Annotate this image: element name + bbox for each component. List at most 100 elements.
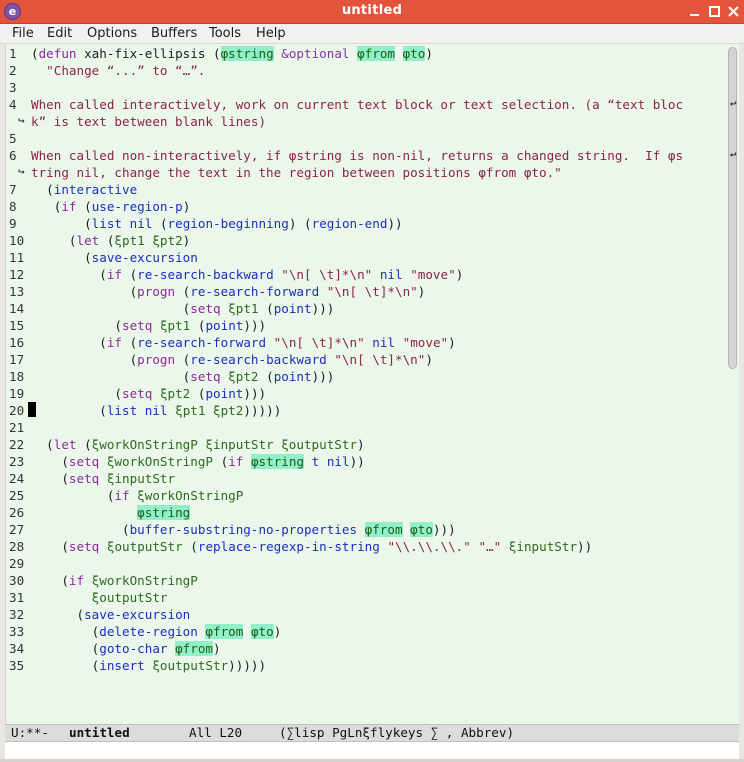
minimize-icon[interactable] (686, 3, 703, 20)
modeline-modes[interactable]: (∑lisp PgLnξflykeys ∑ , Abbrev) (279, 725, 514, 741)
menu-edit[interactable]: Edit (47, 26, 72, 41)
code-line[interactable]: 25 (if ξworkOnStringP (9, 487, 243, 504)
minibuffer[interactable] (5, 742, 739, 759)
code-line[interactable]: 28 (setq ξoutputStr (replace-regexp-in-s… (9, 538, 592, 555)
editor-buffer[interactable]: 1 (defun xah-fix-ellipsis (φstring &optio… (5, 44, 739, 724)
code-line[interactable]: 5 (9, 130, 31, 147)
code-line[interactable]: 4 When called interactively, work on curr… (9, 96, 683, 113)
code-line[interactable]: 27 (buffer-substring-no-properties φfrom… (9, 521, 456, 538)
menu-tools[interactable]: Tools (209, 26, 241, 41)
code-line[interactable]: 7 (interactive (9, 181, 137, 198)
code-token: if (114, 488, 130, 503)
modeline-buffer-name[interactable]: untitled (69, 725, 130, 741)
scrollbar-thumb[interactable] (728, 47, 737, 369)
code-line[interactable]: 2 "Change “...” to “…”. (9, 62, 205, 79)
line-number: 26 (9, 505, 25, 520)
code-line[interactable]: 8 (if (use-region-p) (9, 198, 190, 215)
code-token: nil (144, 403, 168, 418)
menu-options[interactable]: Options (87, 26, 137, 41)
code-line[interactable]: 17 (progn (re-search-backward "\n[ \t]*\… (9, 351, 433, 368)
code-token: ( (31, 182, 54, 197)
maximize-icon[interactable] (706, 3, 723, 20)
code-token: setq (68, 539, 100, 554)
line-number: 2 (9, 63, 17, 78)
code-token: re-search-forward (137, 335, 267, 350)
code-token: ( (31, 522, 130, 537)
code-token: ) (273, 624, 282, 639)
code-line[interactable]: 16 (if (re-search-forward "\n[ \t]*\n" n… (9, 334, 456, 351)
code-token: nil (372, 335, 396, 350)
code-line[interactable]: 19 (setq ξpt2 (point))) (9, 385, 266, 402)
code-token: setq (122, 318, 153, 333)
line-number: 22 (9, 437, 25, 452)
code-token: ( (31, 46, 39, 61)
code-token: goto-char (99, 641, 168, 656)
code-token: nil (379, 267, 403, 282)
code-line[interactable]: 23 (setq ξworkOnStringP (if φstring t ni… (9, 453, 365, 470)
close-icon[interactable] (725, 3, 742, 20)
code-line[interactable]: 33 (delete-region φfrom φto) (9, 623, 281, 640)
mode-line[interactable]: U:**- untitled All L20 (∑lisp PgLnξflyke… (5, 724, 739, 742)
code-line[interactable]: 22 (let (ξworkOnStringP ξinputStr ξoutpu… (9, 436, 365, 453)
code-line[interactable]: k” is text between blank lines) (9, 113, 266, 130)
code-token: ( (31, 301, 191, 316)
modeline-status: U:**- (11, 725, 49, 740)
code-line[interactable]: 31 ξoutputStr (9, 589, 168, 606)
line-number: 9 (9, 216, 17, 231)
menu-help[interactable]: Help (256, 26, 286, 41)
code-token: insert (99, 658, 145, 673)
code-token: φfrom (364, 522, 403, 537)
code-token: ( (190, 318, 206, 333)
code-line[interactable]: 10 (let (ξpt1 ξpt2) (9, 232, 190, 249)
code-token: ( (31, 199, 62, 214)
code-line[interactable]: 32 (save-excursion (9, 606, 190, 623)
code-token: φstring (220, 46, 274, 61)
line-number: 33 (9, 624, 25, 639)
code-line[interactable]: 30 (if ξworkOnStringP (9, 572, 198, 589)
code-line[interactable]: 12 (if (re-search-backward "\n[ \t]*\n" … (9, 266, 463, 283)
code-token: ( (76, 199, 92, 214)
code-token: progn (137, 284, 176, 299)
code-line[interactable]: tring nil, change the text in the region… (9, 164, 562, 181)
code-line[interactable]: 14 (setq ξpt1 (point))) (9, 300, 334, 317)
code-line[interactable]: 15 (setq ξpt1 (point))) (9, 317, 266, 334)
code-token: ( (31, 641, 100, 656)
code-line[interactable]: 11 (save-excursion (9, 249, 198, 266)
code-line[interactable]: 29 (9, 555, 31, 572)
code-token: ( (182, 539, 198, 554)
code-line[interactable]: 13 (progn (re-search-forward "\n[ \t]*\n… (9, 283, 425, 300)
code-line[interactable]: 20 (list nil ξpt1 ξpt2))))) (9, 402, 281, 419)
code-line[interactable]: 21 (9, 419, 31, 436)
code-line[interactable]: 18 (setq ξpt2 (point))) (9, 368, 334, 385)
code-token: ))) (311, 369, 335, 384)
code-line[interactable]: 35 (insert ξoutputStr))))) (9, 657, 266, 674)
code-line[interactable]: 1 (defun xah-fix-ellipsis (φstring &optio… (9, 45, 433, 62)
code-line[interactable]: 24 (setq ξinputStr (9, 470, 175, 487)
code-line[interactable]: 9 (list nil (region-beginning) (region-e… (9, 215, 403, 232)
code-line[interactable]: 34 (goto-char φfrom) (9, 640, 221, 657)
line-wrap-left-icon: ↪ (18, 114, 25, 127)
code-line[interactable]: 6 When called non-interactively, if φstri… (9, 147, 683, 164)
menu-file[interactable]: File (12, 26, 34, 41)
code-token: tring nil, change the text in the region… (31, 165, 562, 180)
title-bar[interactable]: e untitled (0, 0, 744, 24)
line-number: 1 (9, 46, 17, 61)
code-token: ) (182, 199, 191, 214)
code-line[interactable]: 26 φstring (9, 504, 191, 521)
code-token: ( (31, 267, 107, 282)
code-line[interactable]: 3 (9, 79, 31, 96)
code-token: ( (31, 573, 69, 588)
code-token: &optional (281, 46, 350, 61)
line-number: 27 (9, 522, 25, 537)
code-token: ( (31, 437, 54, 452)
code-token: progn (137, 352, 176, 367)
menu-buffers[interactable]: Buffers (151, 26, 197, 41)
code-token: k” is text between blank lines) (31, 114, 267, 129)
